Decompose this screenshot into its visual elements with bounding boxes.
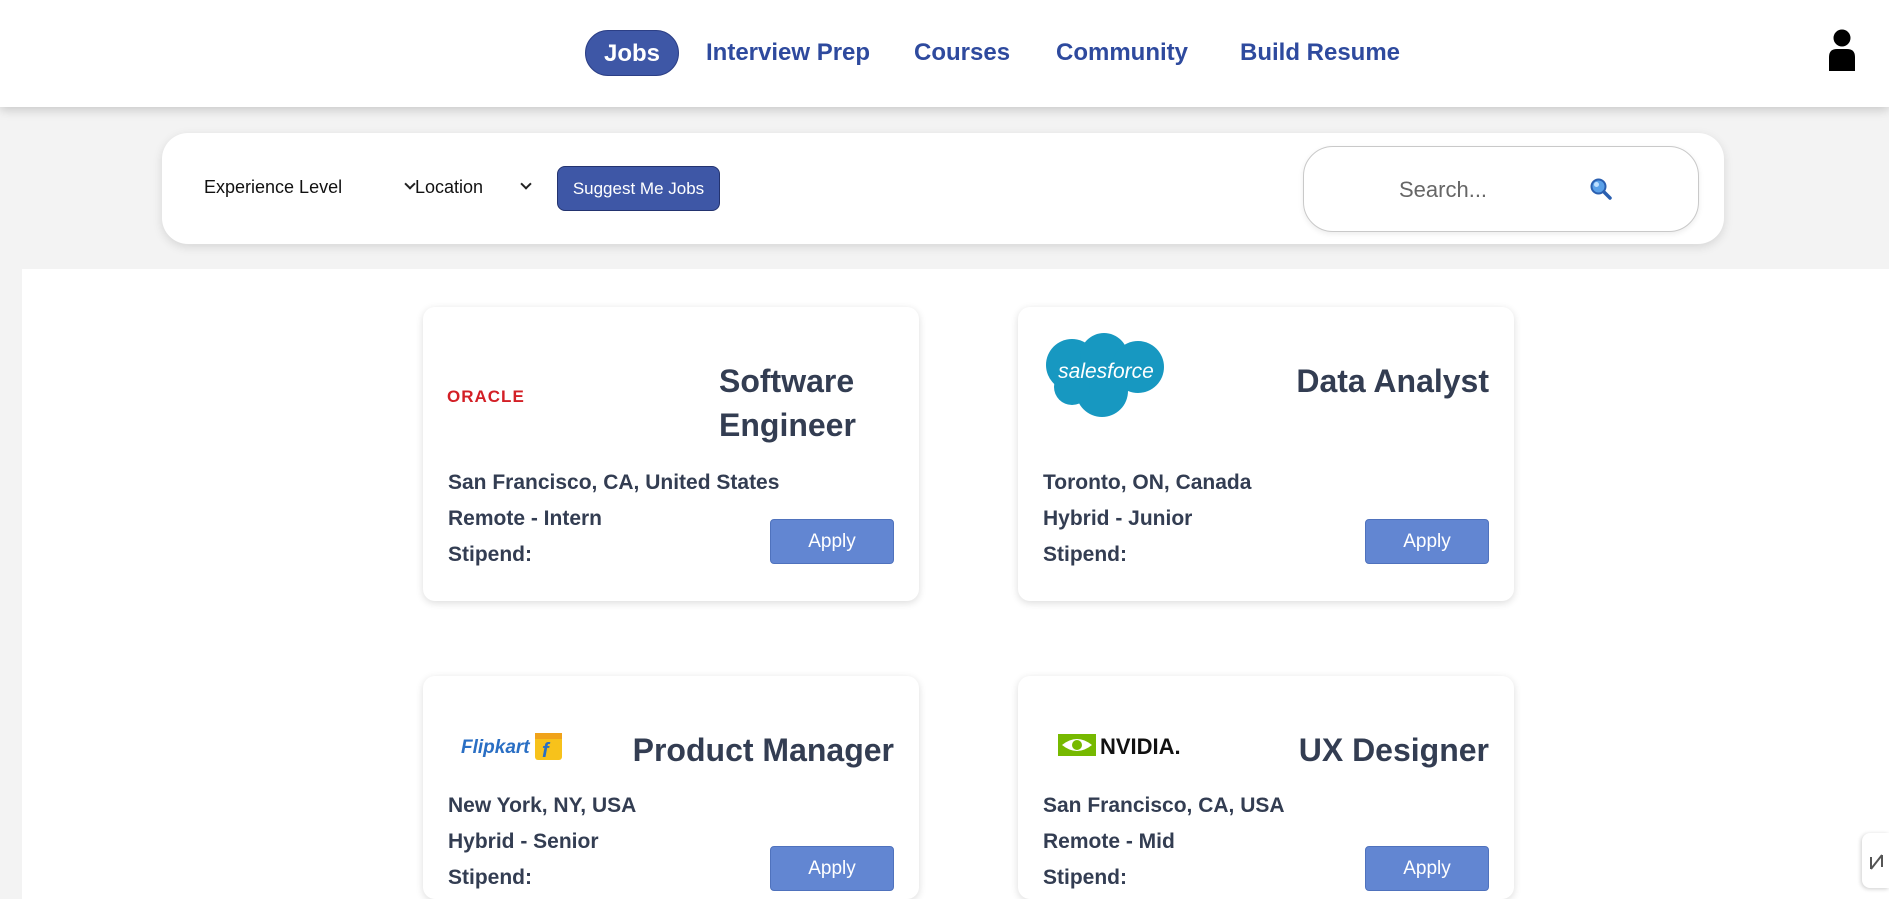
job-work-mode: Hybrid - Junior <box>1043 507 1193 530</box>
job-stipend: Stipend: <box>1043 866 1127 889</box>
job-card: Flipkart f Product Manager New York, NY,… <box>423 676 919 899</box>
job-work-mode: Remote - Intern <box>448 507 603 530</box>
job-title: Data Analyst <box>1296 363 1489 399</box>
apply-button[interactable]: Apply <box>770 519 894 564</box>
job-listing-area <box>22 269 1889 899</box>
chevron-down-icon <box>404 178 416 190</box>
job-location: San Francisco, CA, USA <box>1043 794 1285 817</box>
top-navbar: Jobs Interview Prep Courses Community Bu… <box>0 0 1889 107</box>
nav-community[interactable]: Community <box>1056 30 1188 76</box>
apply-button[interactable]: Apply <box>1365 846 1489 891</box>
job-card: NVIDIA. UX Designer San Francisco, CA, U… <box>1018 676 1514 899</box>
nav-build-resume[interactable]: Build Resume <box>1240 30 1400 76</box>
resize-icon <box>1870 854 1883 870</box>
job-work-mode: Remote - Mid <box>1043 830 1175 853</box>
job-title: Software Engineer <box>719 363 856 443</box>
search-input[interactable] <box>1399 175 1549 205</box>
salesforce-logo: salesforce <box>1046 333 1164 417</box>
nav-jobs[interactable]: Jobs <box>585 30 680 76</box>
apply-button[interactable]: Apply <box>1365 519 1489 564</box>
side-panel-handle[interactable] <box>1862 833 1889 888</box>
job-title: Product Manager <box>632 732 894 768</box>
experience-level-label: Experience Level <box>204 177 343 197</box>
job-title: UX Designer <box>1298 732 1489 768</box>
job-stipend: Stipend: <box>1043 543 1127 566</box>
job-location: San Francisco, CA, United States <box>448 471 780 494</box>
job-stipend: Stipend: <box>448 543 532 566</box>
job-card: ORACLE Software Engineer San Francisco, … <box>423 307 919 601</box>
chevron-down-icon <box>520 178 532 190</box>
nvidia-logo: NVIDIA. <box>1058 734 1181 758</box>
user-icon[interactable] <box>1828 29 1856 71</box>
magnifier-icon[interactable] <box>1590 178 1612 200</box>
svg-text:salesforce: salesforce <box>1058 360 1154 383</box>
job-location: Toronto, ON, Canada <box>1043 471 1252 494</box>
flipkart-logo: Flipkart f <box>461 733 562 762</box>
svg-text:NVIDIA.: NVIDIA. <box>1100 734 1181 758</box>
svg-text:Flipkart: Flipkart <box>461 737 530 758</box>
job-location: New York, NY, USA <box>448 794 637 817</box>
nav-interview-prep[interactable]: Interview Prep <box>706 30 870 76</box>
job-card: salesforce Data Analyst Toronto, ON, Can… <box>1018 307 1514 601</box>
svg-text:ORACLE: ORACLE <box>447 387 525 405</box>
nav-courses[interactable]: Courses <box>914 30 1010 76</box>
search-box[interactable] <box>1303 146 1699 232</box>
oracle-logo: ORACLE <box>447 387 525 405</box>
apply-button[interactable]: Apply <box>770 846 894 891</box>
location-dropdown[interactable]: Location <box>415 177 532 198</box>
location-label: Location <box>415 177 484 197</box>
job-stipend: Stipend: <box>448 866 532 889</box>
filter-bar: Experience Level Location Suggest Me Job… <box>162 133 1724 244</box>
job-work-mode: Hybrid - Senior <box>448 830 599 853</box>
experience-level-dropdown[interactable]: Experience Level <box>204 177 416 198</box>
suggest-me-jobs-button[interactable]: Suggest Me Jobs <box>557 166 720 211</box>
